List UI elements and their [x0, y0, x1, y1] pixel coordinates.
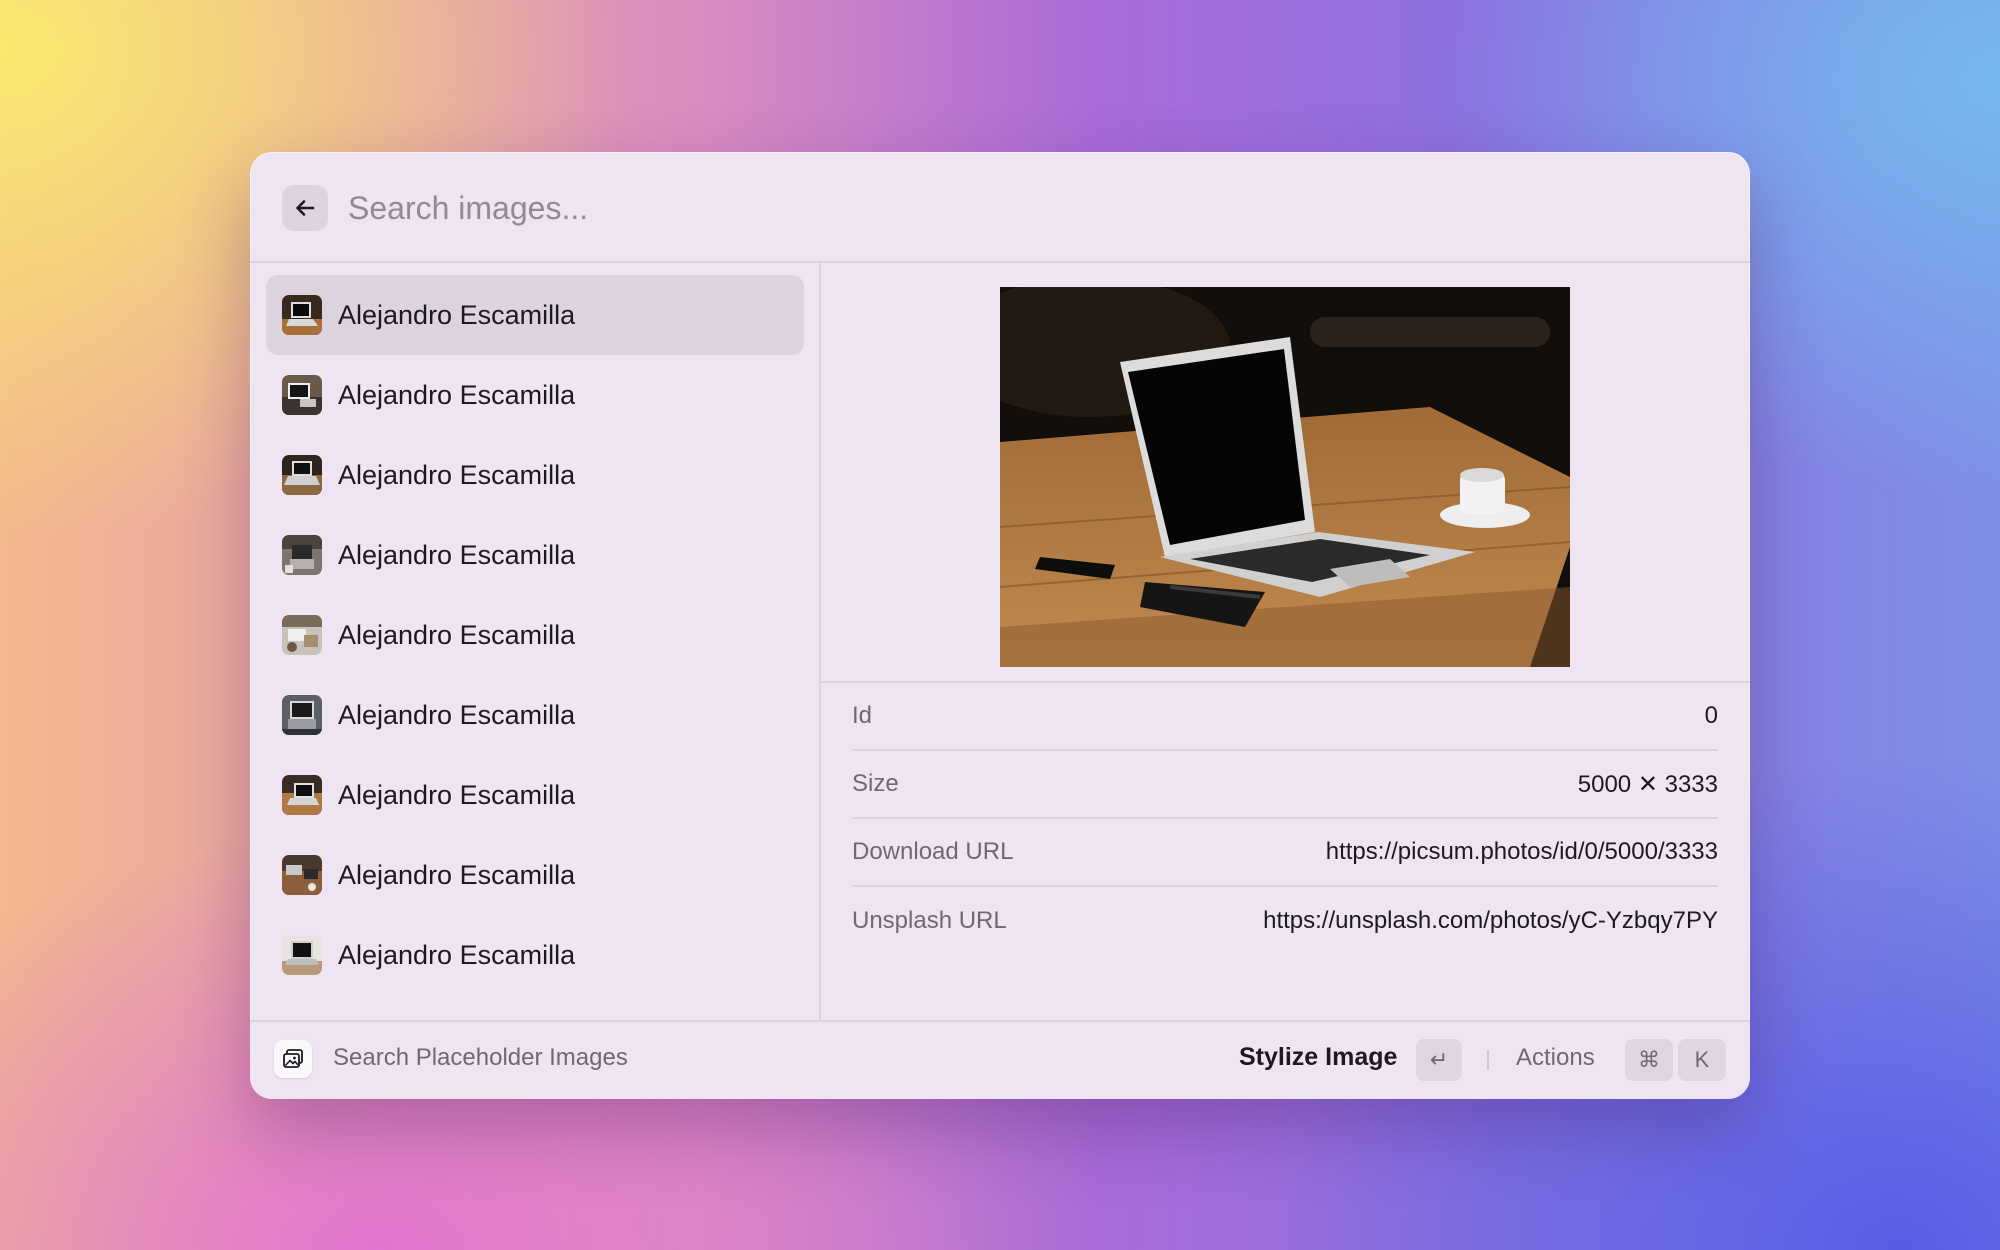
metadata-row-unsplash-url: Unsplash URL https://unsplash.com/photos…	[852, 887, 1718, 955]
metadata-value[interactable]: https://unsplash.com/photos/yC-Yzbqy7PY	[1263, 907, 1718, 935]
list-item-label: Alejandro Escamilla	[338, 779, 576, 810]
extension-icon	[274, 1040, 312, 1078]
metadata-label: Size	[852, 770, 899, 797]
search-bar	[250, 152, 1750, 263]
thumbnail	[282, 295, 322, 335]
divider	[1487, 1050, 1489, 1070]
list-item[interactable]: Alejandro Escamilla	[266, 595, 804, 675]
metadata-value: 5000 ✕ 3333	[1577, 770, 1718, 798]
metadata-value: 0	[1704, 702, 1718, 729]
list-item[interactable]: Alejandro Escamilla	[266, 515, 804, 595]
enter-key-hint[interactable]: ↵	[1416, 1039, 1462, 1081]
action-bar: Search Placeholder Images Stylize Image …	[250, 1020, 1750, 1099]
list-item-label: Alejandro Escamilla	[338, 699, 576, 730]
stylize-image-button[interactable]: Stylize Image	[1239, 1043, 1397, 1072]
actions-button[interactable]: Actions	[1516, 1044, 1595, 1072]
list-item-label: Alejandro Escamilla	[338, 299, 576, 330]
results-list: Alejandro Escamilla Alejandro Escamilla …	[250, 263, 821, 1020]
metadata-row-id: Id 0	[852, 683, 1718, 751]
thumbnail	[282, 535, 322, 575]
thumbnail	[282, 695, 322, 735]
images-icon	[283, 1049, 303, 1068]
metadata-label: Download URL	[852, 838, 1014, 865]
list-item-label: Alejandro Escamilla	[338, 379, 576, 410]
list-item-label: Alejandro Escamilla	[338, 459, 576, 490]
list-item[interactable]: Alejandro Escamilla	[266, 915, 804, 995]
metadata-label: Unsplash URL	[852, 907, 1007, 934]
list-item[interactable]: Alejandro Escamilla	[266, 835, 804, 915]
list-item-label: Alejandro Escamilla	[338, 939, 576, 970]
metadata-value[interactable]: https://picsum.photos/id/0/5000/3333	[1326, 838, 1718, 866]
list-item-label: Alejandro Escamilla	[338, 619, 576, 650]
image-preview	[1000, 287, 1570, 667]
thumbnail	[282, 375, 322, 415]
list-item[interactable]: Alejandro Escamilla	[266, 275, 804, 355]
list-item-label: Alejandro Escamilla	[338, 859, 576, 890]
metadata-row-size: Size 5000 ✕ 3333	[852, 751, 1718, 819]
metadata-label: Id	[852, 702, 873, 729]
search-input[interactable]	[346, 179, 1650, 237]
list-item[interactable]: Alejandro Escamilla	[266, 675, 804, 755]
cmd-key-hint[interactable]: ⌘	[1625, 1039, 1673, 1081]
back-button[interactable]	[282, 185, 328, 231]
command-key-icon: ⌘	[1638, 1047, 1660, 1072]
list-item[interactable]: Alejandro Escamilla	[266, 755, 804, 835]
k-key-hint[interactable]: K	[1678, 1039, 1726, 1081]
list-item[interactable]: Alejandro Escamilla	[266, 435, 804, 515]
thumbnail	[282, 855, 322, 895]
thumbnail	[282, 935, 322, 975]
thumbnail	[282, 775, 322, 815]
thumbnail	[282, 455, 322, 495]
k-key-label: K	[1694, 1047, 1710, 1072]
detail-panel: Id 0 Size 5000 ✕ 3333 Download URL https…	[821, 263, 1750, 1020]
thumbnail	[282, 615, 322, 655]
launcher-window: Alejandro Escamilla Alejandro Escamilla …	[250, 152, 1750, 1099]
arrow-left-icon	[296, 200, 315, 216]
extension-name: Search Placeholder Images	[333, 1044, 628, 1071]
list-item-label: Alejandro Escamilla	[338, 539, 576, 570]
metadata-row-download-url: Download URL https://picsum.photos/id/0/…	[852, 819, 1718, 887]
list-item[interactable]: Alejandro Escamilla	[266, 355, 804, 435]
return-key-icon: ↵	[1429, 1047, 1449, 1072]
